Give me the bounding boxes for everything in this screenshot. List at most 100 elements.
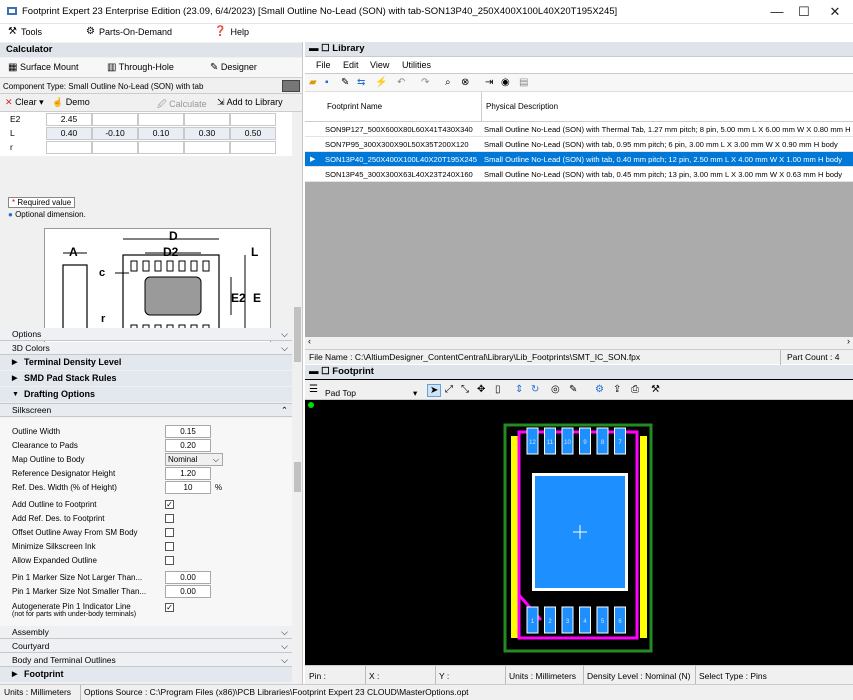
calculator-scrollbar[interactable] [292,112,302,367]
demo-button[interactable]: ☝ Demo [52,97,90,108]
dim-e2-cell[interactable] [92,113,138,126]
scroll-right-icon[interactable]: › [847,336,850,346]
footprint-canvas[interactable]: 12 11 10 9 8 7 123456 [305,400,853,665]
run-icon[interactable]: ⚡ [375,77,387,88]
assembly-row[interactable]: Assembly ⌵ [0,626,292,639]
dim-e2-value[interactable]: 2.45 [46,113,92,126]
add-to-library-button[interactable]: ⇲ Add to Library [217,97,283,108]
print-icon[interactable]: ⎙ [631,384,639,395]
dim-r-cell[interactable] [138,141,184,154]
scroll-thumb[interactable] [294,307,301,362]
calculate-button[interactable]: 🖉 Calculate [157,97,207,113]
tab-through-hole[interactable]: ▥ Through-Hole [107,62,174,73]
3d-view-icon[interactable]: ◎ [551,384,560,395]
export-icon[interactable]: ⇥ [485,77,493,88]
table-row[interactable]: SON7P95_300X300X90L50X35T200X120 Small Ou… [305,137,853,152]
minimize-ink-checkbox[interactable] [165,542,174,551]
clear-button[interactable]: ✕ Clear ▾ [5,97,44,108]
document-icon[interactable]: ▤ [519,77,528,88]
expand-icon: ▶ [12,375,18,382]
add-outline-checkbox[interactable]: ✓ [165,500,174,509]
drafting-options-node[interactable]: ▼ Drafting Options [0,387,292,402]
layers-icon[interactable]: ☰ [309,384,318,395]
footprint-node[interactable]: ▶ Footprint [0,667,292,682]
table-row[interactable]: SON9P127_500X600X80L60X41T430X340 Small O… [305,122,853,137]
ref-height-input[interactable]: 1.20 [165,467,211,480]
redo-icon[interactable]: ↷ [421,77,429,88]
offset-outline-checkbox[interactable] [165,528,174,537]
view-icon[interactable]: ◉ [501,77,510,88]
dim-l-cell[interactable]: 0.30 [184,127,230,140]
share-icon[interactable]: ⇪ [613,384,621,395]
settings-icon[interactable]: ⚙ [595,384,604,395]
save-icon[interactable]: ▪ [325,77,329,88]
library-menu-utilities[interactable]: Utilities [402,60,431,70]
delete-icon[interactable]: ⊗ [461,77,469,88]
zoom-window-icon[interactable]: ⤡ [461,384,469,395]
menu-tools[interactable]: ⚒ Tools [8,27,42,38]
find-icon[interactable]: ⌕ [445,77,451,88]
pen-icon[interactable]: ✎ [569,384,577,395]
scroll-left-icon[interactable]: ‹ [308,336,311,346]
percent-unit: % [215,483,223,492]
chevron-down-icon: ⌵ [281,343,288,353]
dim-r-cell[interactable] [184,141,230,154]
menu-help[interactable]: ❓ Help [214,27,249,38]
measure-icon[interactable]: ▯ [495,384,501,395]
pin1-max-input[interactable]: 0.00 [165,571,211,584]
library-menu-view[interactable]: View [370,60,389,70]
undo-icon[interactable]: ↶ [397,77,405,88]
rename-icon[interactable]: ✎ [341,77,349,88]
open-folder-icon[interactable]: ▰ [309,77,317,88]
3d-colors-row[interactable]: 3D Colors ⌵ [0,342,292,355]
dim-e2-cell[interactable] [184,113,230,126]
dim-e2-cell[interactable] [138,113,184,126]
pan-icon[interactable]: ✥ [477,384,485,395]
tab-designer[interactable]: ✎ Designer [210,62,257,73]
silkscreen-header[interactable]: Silkscreen ⌃ [0,403,292,417]
zoom-fit-icon[interactable]: ⤢ [445,384,453,395]
column-physical-description[interactable]: Physical Description [486,102,558,111]
rotate-icon[interactable]: ↻ [531,384,539,395]
library-menu-file[interactable]: File [316,60,331,70]
pin1-min-input[interactable]: 0.00 [165,585,211,598]
dim-l-cell[interactable]: 0.10 [138,127,184,140]
dim-r-cell[interactable] [46,141,92,154]
ref-width-label: Ref. Des. Width (% of Height) [12,483,117,492]
minimize-button[interactable]: — [762,3,792,21]
options-row[interactable]: Options ⌵ [0,328,292,341]
select-arrow-icon[interactable]: ➤ [427,384,442,397]
outline-width-input[interactable]: 0.15 [165,425,211,438]
allow-expanded-checkbox[interactable] [165,556,174,565]
dim-l-cell[interactable]: 0.40 [46,127,92,140]
menu-parts-on-demand[interactable]: ⚙ Parts-On-Demand [86,27,172,38]
flip-icon[interactable]: ⇕ [515,384,523,395]
autogen-checkbox[interactable]: ✓ [165,603,174,612]
table-row-selected[interactable]: ▶ SON13P40_250X400X100L40X20T195X245 Small… [305,152,853,167]
maximize-button[interactable]: ☐ [789,3,819,21]
map-outline-select[interactable]: Nominal ⌵ [165,453,223,466]
tab-surface-mount[interactable]: ▦ Surface Mount [8,62,79,73]
close-button[interactable]: ✕ [820,3,850,21]
ref-width-input[interactable]: 10 [165,481,211,494]
library-menu-edit[interactable]: Edit [343,60,359,70]
scroll-thumb[interactable] [294,462,301,492]
compare-icon[interactable]: ⇆ [357,77,365,88]
dim-l-cell[interactable]: -0.10 [92,127,138,140]
body-terminal-row[interactable]: Body and Terminal Outlines ⌵ [0,654,292,667]
dim-l-cell[interactable]: 0.50 [230,127,276,140]
library-hscrollbar[interactable]: ‹ › [305,336,853,349]
smd-pad-stack-node[interactable]: ▶ SMD Pad Stack Rules [0,371,292,386]
dim-e2-cell[interactable] [230,113,276,126]
terminal-density-node[interactable]: ▶ Terminal Density Level [0,355,292,370]
column-footprint-name[interactable]: Footprint Name [327,102,382,111]
component-image-icon[interactable] [282,80,300,92]
add-ref-des-checkbox[interactable] [165,514,174,523]
dim-r-cell[interactable] [230,141,276,154]
dim-r-cell[interactable] [92,141,138,154]
table-row[interactable]: SON13P45_300X300X63L40X23T240X160 Small O… [305,167,853,182]
options-scrollbar[interactable] [292,372,302,684]
courtyard-row[interactable]: Courtyard ⌵ [0,640,292,653]
tool-icon[interactable]: ⚒ [651,384,660,395]
clearance-input[interactable]: 0.20 [165,439,211,452]
